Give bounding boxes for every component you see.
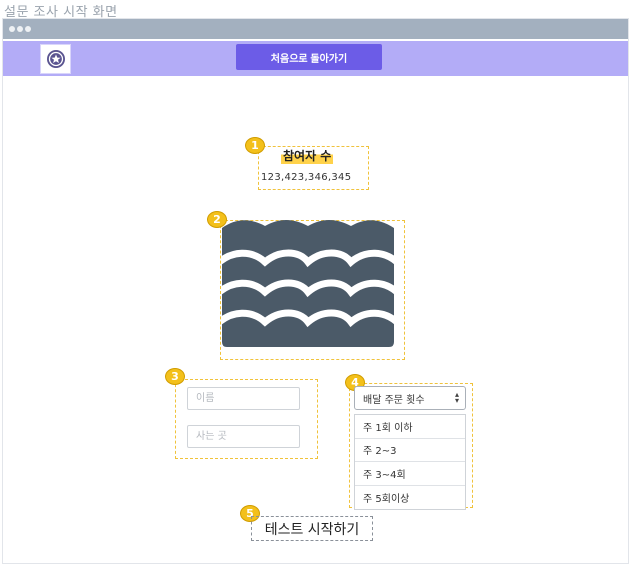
delivery-option[interactable]: 주 5회이상 <box>355 486 465 510</box>
select-arrows-icon: ▴ ▾ <box>454 390 459 405</box>
delivery-option[interactable]: 주 2~3 <box>355 439 465 462</box>
delivery-option[interactable]: 주 1회 이하 <box>355 415 465 439</box>
delivery-options-list: 주 1회 이하 주 2~3 주 3~4회 주 5회이상 <box>354 414 466 510</box>
address-input[interactable] <box>187 425 300 448</box>
waves-icon <box>222 220 394 347</box>
name-input[interactable] <box>187 387 300 410</box>
delivery-option[interactable]: 주 3~4회 <box>355 462 465 486</box>
logo[interactable] <box>40 44 71 74</box>
participants-title: 참여자 수 <box>281 147 334 164</box>
back-to-start-button[interactable]: 처음으로 돌아가기 <box>236 44 382 70</box>
window-title-bar <box>3 19 628 39</box>
star-badge-icon <box>46 50 65 68</box>
window-dot <box>9 26 15 32</box>
window-dot <box>17 26 23 32</box>
delivery-frequency-select[interactable]: 배달 주문 횟수 ▴ ▾ <box>354 386 466 410</box>
start-test-button[interactable]: 테스트 시작하기 <box>251 516 373 541</box>
window-dot <box>25 26 31 32</box>
top-nav-bar: 처음으로 돌아가기 <box>3 41 628 76</box>
select-value: 배달 주문 횟수 <box>363 394 425 406</box>
section-badge-3: 3 <box>165 368 185 385</box>
participants-count: 123,423,346,345 <box>261 172 352 183</box>
section-badge-1: 1 <box>245 137 265 154</box>
